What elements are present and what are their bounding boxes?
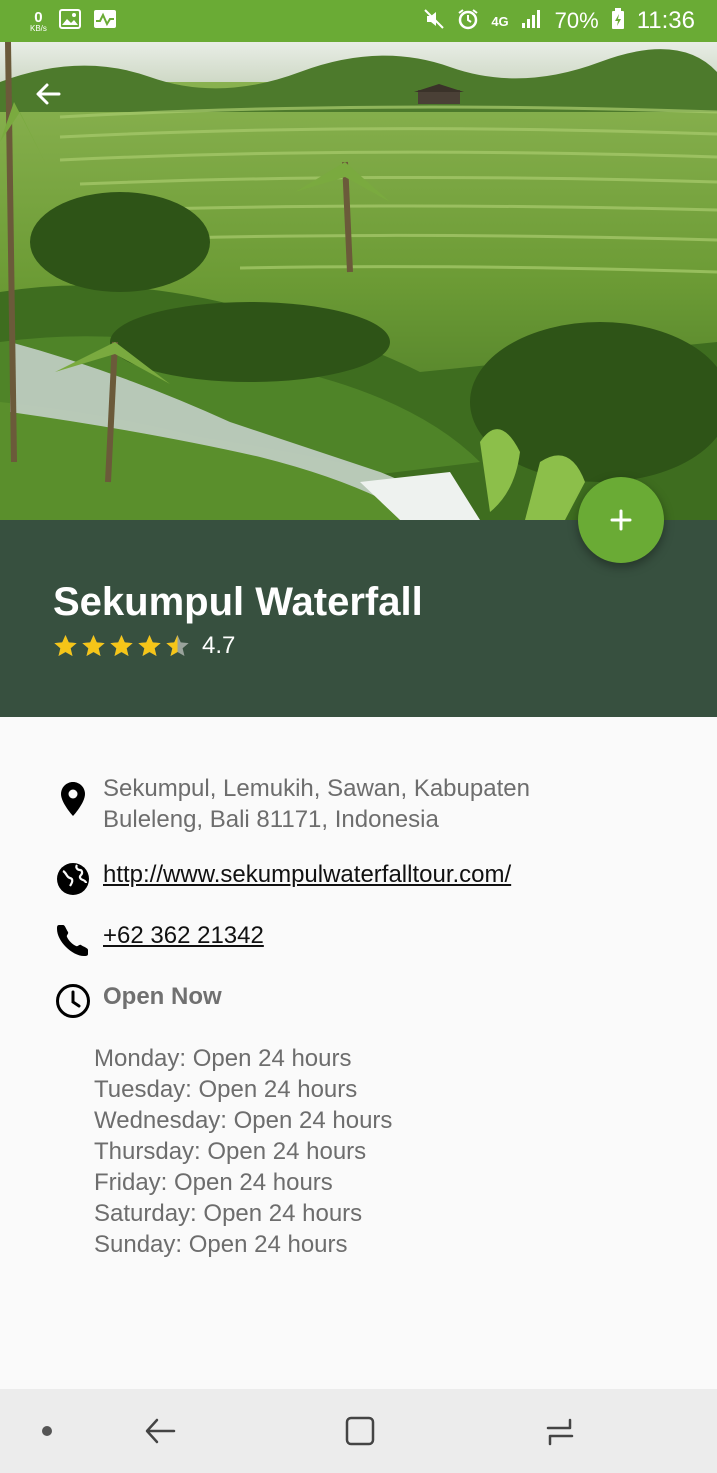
- rating-value: 4.7: [202, 632, 236, 659]
- rating-row: 4.7: [53, 632, 235, 660]
- system-nav-bar: [0, 1389, 717, 1473]
- hours-saturday: Saturday: Open 24 hours: [94, 1200, 363, 1227]
- gallery-icon: [58, 8, 81, 34]
- open-status: Open Now: [103, 983, 222, 1010]
- hours-thursday: Thursday: Open 24 hours: [94, 1138, 367, 1165]
- place-title: Sekumpul Waterfall: [53, 580, 423, 624]
- dot-icon: [42, 1426, 52, 1436]
- status-left: 0 KB/s: [30, 8, 117, 34]
- hours-wednesday: Wednesday: Open 24 hours: [94, 1107, 393, 1134]
- mute-icon: [423, 8, 445, 35]
- nav-recents-button[interactable]: [530, 1389, 590, 1473]
- nav-recents-icon: [546, 1418, 574, 1446]
- status-right: 4G 70% 11:36: [423, 7, 695, 35]
- rating-stars: [53, 634, 190, 658]
- star-icon: [138, 635, 161, 656]
- nav-dot-button[interactable]: [30, 1389, 64, 1473]
- place-photo: [0, 42, 717, 520]
- nav-home-button[interactable]: [330, 1389, 390, 1473]
- hours-tuesday: Tuesday: Open 24 hours: [94, 1076, 358, 1103]
- nav-back-icon: [145, 1418, 176, 1444]
- network-type: 4G: [491, 13, 509, 29]
- alarm-icon: [457, 8, 479, 35]
- net-speed-indicator: 0 KB/s: [30, 10, 47, 33]
- star-icon: [54, 635, 77, 656]
- back-button[interactable]: [26, 72, 70, 116]
- arrow-back-icon: [36, 83, 61, 105]
- plus-icon: [610, 509, 632, 531]
- star-icon: [82, 635, 105, 656]
- hours-sunday: Sunday: Open 24 hours: [94, 1231, 348, 1258]
- activity-icon: [93, 9, 117, 34]
- net-speed-unit: KB/s: [30, 23, 47, 33]
- location-pin-icon: [53, 779, 93, 819]
- clock-time: 11:36: [636, 7, 695, 34]
- address-text: Sekumpul, Lemukih, Sawan, Kabupaten Bule…: [103, 775, 530, 833]
- phone-icon: [53, 920, 93, 960]
- nav-back-button[interactable]: [130, 1389, 190, 1473]
- website-link[interactable]: http://www.sekumpulwaterfalltour.com/: [103, 859, 511, 890]
- hours-friday: Friday: Open 24 hours: [94, 1169, 333, 1196]
- clock-icon: [53, 981, 93, 1021]
- battery-percent: 70%: [554, 8, 599, 33]
- globe-icon: [53, 859, 93, 899]
- star-icon: [110, 635, 133, 656]
- signal-icon: [521, 9, 543, 34]
- opening-hours: Monday: Open 24 hours Tuesday: Open 24 h…: [94, 1043, 392, 1260]
- nav-home-icon: [345, 1416, 375, 1446]
- battery-charging-icon: [611, 7, 625, 35]
- net-speed-value: 0: [34, 8, 43, 26]
- add-button[interactable]: [578, 477, 664, 563]
- star-icon: [166, 635, 189, 656]
- rice-terrace-photo: [0, 42, 717, 520]
- status-bar: 0 KB/s 4G 70% 11:36: [0, 0, 717, 42]
- hours-monday: Monday: Open 24 hours: [94, 1045, 352, 1072]
- phone-link[interactable]: +62 362 21342: [103, 920, 264, 951]
